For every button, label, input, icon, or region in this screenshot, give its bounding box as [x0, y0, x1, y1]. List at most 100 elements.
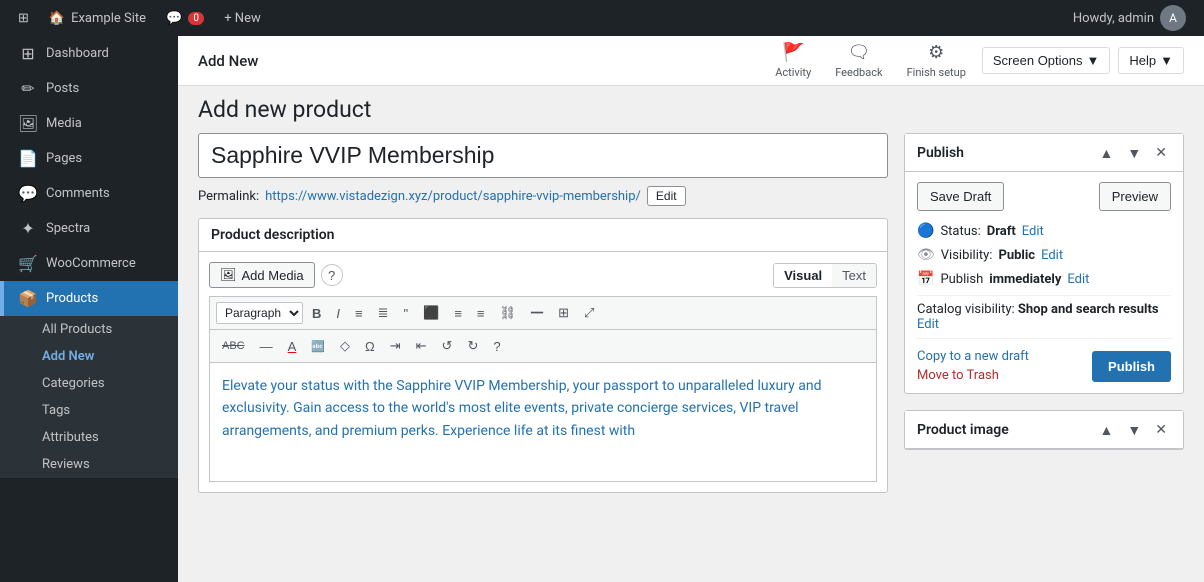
- status-label: Status:: [940, 224, 980, 239]
- add-media-button[interactable]: 🖼 Add Media: [209, 262, 315, 288]
- visibility-row: 👁 Visibility: Public Edit: [917, 247, 1171, 263]
- editor-mode-tabs: Visual Text: [773, 263, 877, 288]
- adminbar-comments[interactable]: 💬 0: [158, 7, 212, 30]
- permalink-edit-button[interactable]: Edit: [647, 186, 686, 206]
- visibility-edit-link[interactable]: Edit: [1041, 248, 1063, 263]
- activity-button[interactable]: 🚩 Activity: [767, 38, 819, 83]
- bold-button[interactable]: B: [306, 302, 327, 325]
- status-edit-link[interactable]: Edit: [1022, 224, 1044, 239]
- keyboard-shortcuts-button[interactable]: ?: [487, 335, 506, 358]
- product-image-collapse-up[interactable]: ▲: [1096, 419, 1118, 440]
- italic-button[interactable]: I: [330, 302, 346, 325]
- undo-button[interactable]: ↺: [436, 334, 459, 358]
- feedback-button[interactable]: 🗨 Feedback: [827, 38, 890, 83]
- redo-button[interactable]: ↻: [461, 334, 484, 358]
- post-sidebar: Publish ▲ ▼ ✕ Save Draft: [904, 133, 1184, 466]
- horizontal-rule-button[interactable]: —: [254, 335, 279, 358]
- screen-options-chevron-icon: ▼: [1087, 53, 1100, 68]
- tab-text[interactable]: Text: [832, 264, 876, 287]
- adminbar-site[interactable]: 🏠 Example Site: [41, 7, 154, 30]
- status-value: Draft: [987, 224, 1016, 239]
- tab-visual[interactable]: Visual: [774, 264, 832, 287]
- link-button[interactable]: ⛓: [494, 301, 523, 325]
- submenu-all-products[interactable]: All Products: [0, 316, 178, 343]
- woocommerce-icon: 🛒: [18, 254, 38, 273]
- catalog-visibility-row: Catalog visibility: Shop and search resu…: [917, 295, 1171, 339]
- align-left-button[interactable]: ⬛: [417, 301, 445, 325]
- indent-button[interactable]: ⇥: [384, 334, 407, 358]
- help-button[interactable]: Help ▼: [1118, 47, 1184, 74]
- screen-options-label: Screen Options: [993, 53, 1083, 68]
- publish-metabox-close[interactable]: ✕: [1151, 142, 1171, 163]
- sidebar-item-woocommerce[interactable]: 🛒 WooCommerce: [0, 246, 178, 281]
- sidebar-item-comments[interactable]: 💬 Comments: [0, 176, 178, 211]
- help-label: Help: [1129, 53, 1156, 68]
- trash-button[interactable]: Move to Trash: [917, 368, 1029, 383]
- products-submenu: All Products Add New Categories Tags Att…: [0, 316, 178, 478]
- text-color-button[interactable]: A: [282, 335, 303, 358]
- adminbar-logo[interactable]: ⊞: [10, 7, 37, 30]
- adminbar-new[interactable]: + New: [216, 7, 269, 30]
- blockquote-button[interactable]: ": [398, 302, 415, 325]
- finish-setup-label: Finish setup: [907, 66, 966, 79]
- tab-visual-label: Visual: [784, 268, 822, 283]
- product-image-collapse-down[interactable]: ▼: [1123, 419, 1145, 440]
- finish-setup-button[interactable]: ⚙ Finish setup: [899, 38, 974, 83]
- sidebar-item-spectra[interactable]: ✦ Spectra: [0, 211, 178, 246]
- save-draft-button[interactable]: Save Draft: [917, 182, 1004, 211]
- submenu-categories[interactable]: Categories: [0, 370, 178, 397]
- strikethrough-button[interactable]: ABC: [216, 336, 251, 356]
- ordered-list-button[interactable]: ≣: [372, 301, 395, 325]
- unordered-list-button[interactable]: ≡: [349, 302, 369, 325]
- sidebar-item-media[interactable]: 🖼 Media: [0, 106, 178, 141]
- table-button[interactable]: ⊞: [552, 301, 575, 325]
- topbar-actions: 🚩 Activity 🗨 Feedback ⚙ Finish setup Scr…: [767, 38, 1184, 83]
- sidebar-item-pages[interactable]: 📄 Pages: [0, 141, 178, 176]
- permalink-url[interactable]: https://www.vistadezign.xyz/product/sapp…: [265, 189, 641, 204]
- feedback-label: Feedback: [835, 66, 882, 79]
- visibility-edit-label: Edit: [1041, 248, 1063, 263]
- publish-metabox-collapse-up[interactable]: ▲: [1096, 142, 1118, 163]
- publish-metabox-collapse-down[interactable]: ▼: [1123, 142, 1145, 163]
- align-right-button[interactable]: ≡: [471, 302, 491, 325]
- post-title-input[interactable]: [198, 133, 888, 178]
- sidebar-item-label: Posts: [46, 81, 79, 96]
- outdent-button[interactable]: ⇤: [410, 334, 433, 358]
- editor-help-button[interactable]: ?: [321, 264, 343, 286]
- special-char-button[interactable]: Ω: [359, 335, 381, 358]
- paragraph-select[interactable]: Paragraph Heading 1 Heading 2 Heading 3: [216, 302, 303, 324]
- editor-content-area[interactable]: Elevate your status with the Sapphire VV…: [209, 362, 877, 482]
- editor-content-text: Elevate your status with the Sapphire VV…: [222, 378, 821, 439]
- sidebar-item-label: Media: [46, 116, 82, 131]
- fullscreen-button[interactable]: ⤢: [578, 301, 600, 325]
- sidebar-item-posts[interactable]: ✏ Posts: [0, 71, 178, 106]
- submenu-tags[interactable]: Tags: [0, 397, 178, 424]
- copy-draft-button[interactable]: Copy to a new draft: [917, 349, 1029, 364]
- howdy-text: Howdy, admin: [1073, 11, 1154, 26]
- publish-time-edit-label: Edit: [1067, 272, 1089, 287]
- permalink-row: Permalink: https://www.vistadezign.xyz/p…: [198, 186, 888, 206]
- pages-icon: 📄: [18, 149, 38, 168]
- preview-button[interactable]: Preview: [1099, 182, 1171, 211]
- custom-chars-button[interactable]: 🔤: [305, 336, 331, 357]
- new-label: + New: [224, 11, 261, 26]
- product-image-close[interactable]: ✕: [1151, 419, 1171, 440]
- submenu-attributes[interactable]: Attributes: [0, 424, 178, 451]
- trash-label: Move to Trash: [917, 368, 999, 383]
- catalog-label: Catalog visibility:: [917, 302, 1015, 317]
- clear-format-button[interactable]: ◇: [334, 334, 356, 358]
- sidebar-item-products[interactable]: 📦 Products: [0, 281, 178, 316]
- align-center-button[interactable]: ≡: [448, 302, 468, 325]
- publish-button[interactable]: Publish: [1092, 351, 1171, 382]
- submenu-reviews[interactable]: Reviews: [0, 451, 178, 478]
- comments-count: 0: [188, 12, 204, 25]
- sidebar-item-dashboard[interactable]: ⊞ Dashboard: [0, 36, 178, 71]
- more-button[interactable]: ━━: [525, 304, 549, 323]
- adminbar-howdy[interactable]: Howdy, admin A: [1065, 1, 1194, 35]
- screen-options-button[interactable]: Screen Options ▼: [982, 47, 1110, 74]
- submenu-add-new[interactable]: Add New: [0, 343, 178, 370]
- catalog-edit-link[interactable]: Edit: [917, 317, 939, 332]
- activity-label: Activity: [775, 66, 811, 79]
- publish-time-edit-link[interactable]: Edit: [1067, 272, 1089, 287]
- media-icon: 🖼: [18, 114, 38, 133]
